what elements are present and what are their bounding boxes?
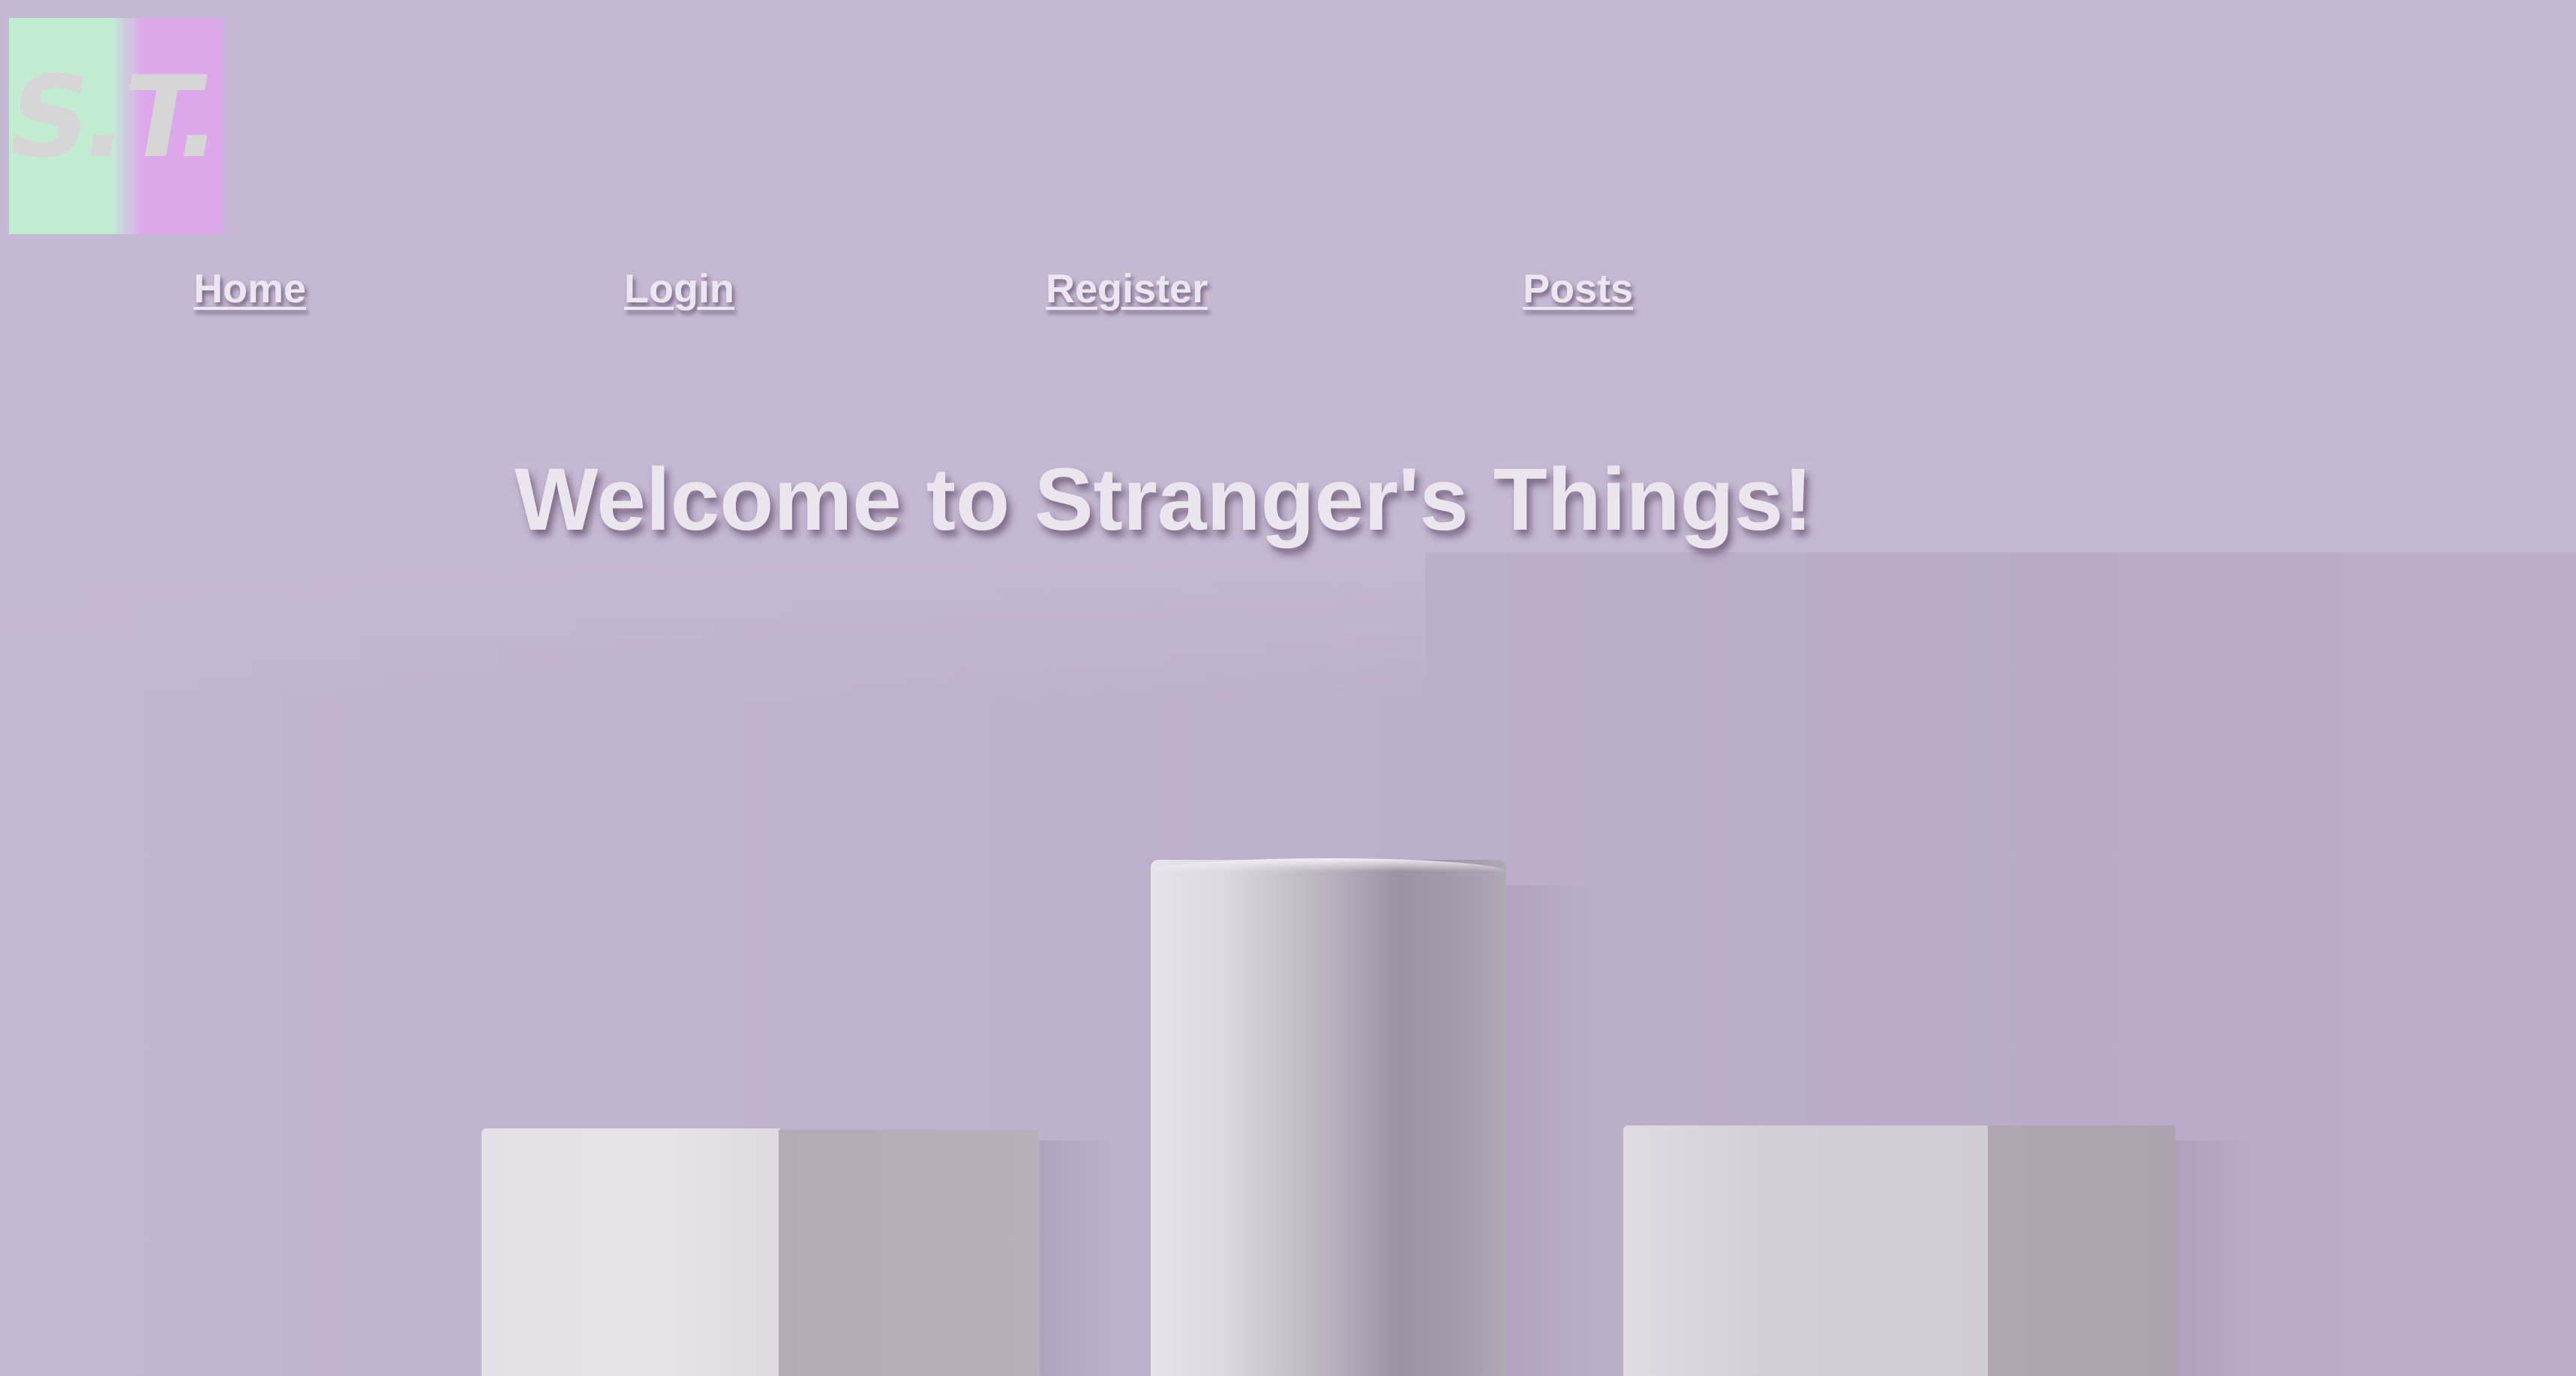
site-logo[interactable]: S.T.	[9, 18, 224, 234]
podium-right-front	[1623, 1125, 1989, 1376]
podium-shadow-right	[2175, 1140, 2258, 1376]
podium-shadow-center	[1506, 885, 1596, 1376]
podium-left-front	[482, 1128, 780, 1376]
podium-right-side	[1988, 1125, 2175, 1376]
podium-shadow-left	[1040, 1140, 1115, 1376]
podium-center	[1151, 860, 1506, 1376]
nav-link-home[interactable]: Home	[194, 266, 306, 312]
nav-link-posts[interactable]: Posts	[1523, 266, 1633, 312]
page-title: Welcome to Stranger's Things!	[515, 450, 1813, 549]
logo-text: S.T.	[9, 53, 224, 183]
nav-link-login[interactable]: Login	[624, 266, 734, 312]
podium-left-side	[779, 1130, 1040, 1376]
background-blend	[0, 552, 1425, 702]
page: S.T. Home Login Register Posts Welcome t…	[0, 0, 2576, 1376]
nav-link-register[interactable]: Register	[1046, 266, 1208, 312]
